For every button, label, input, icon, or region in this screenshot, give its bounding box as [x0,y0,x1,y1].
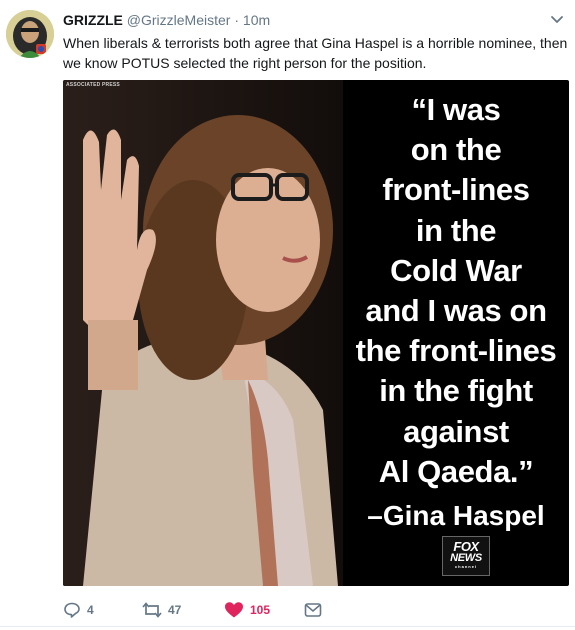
quote-line: and I was on [365,293,547,329]
quote-line: in the fight [379,373,533,409]
logo-line-3: channel [454,564,478,569]
reply-count: 4 [87,603,94,617]
divider [0,626,575,627]
fox-news-logo: FOX NEWS channel [442,536,490,576]
chevron-down-icon[interactable] [549,11,565,27]
quote-line: against [403,413,509,449]
retweet-button[interactable]: 47 [142,600,181,620]
avatar[interactable] [6,10,54,58]
quote-line: Al Qaeda.” [378,453,534,489]
logo-line-2: NEWS [450,552,482,564]
quote-line: the front-lines [355,333,557,369]
separator-dot: · [234,12,240,28]
reply-button[interactable]: 4 [63,600,94,620]
retweet-count: 47 [168,603,182,617]
like-button[interactable]: 105 [224,600,270,620]
like-count: 105 [250,603,271,617]
quote-line: in the [415,212,497,248]
quote-line: on the [410,132,502,168]
quote-attribution: –Gina Haspel [367,500,545,531]
quote-text: “I was on the front-lines in the Cold Wa… [343,90,569,492]
tweet-text: When liberals & terrorists both agree th… [63,35,568,71]
tweet-media[interactable]: ASSOCIATED PRESS “I was on the front-lin… [63,80,569,586]
retweet-icon [142,602,162,618]
reply-icon [64,602,80,618]
avatar-image [6,10,54,58]
quote-line: “I was [411,92,501,127]
tweet-card: GRIZZLE @GrizzleMeister · 10m When liber… [0,0,575,630]
direct-message-button[interactable] [304,600,322,620]
mail-icon [304,603,322,617]
tweet-header: GRIZZLE @GrizzleMeister · 10m [63,11,270,29]
quote-line: front-lines [382,172,530,208]
photo-of-speaker [63,80,343,586]
photo-credit: ASSOCIATED PRESS [66,82,120,88]
user-handle[interactable]: @GrizzleMeister [127,12,231,28]
timestamp[interactable]: 10m [243,12,270,28]
quote-line: Cold War [390,252,522,288]
heart-icon [225,602,243,618]
display-name[interactable]: GRIZZLE [63,12,123,28]
